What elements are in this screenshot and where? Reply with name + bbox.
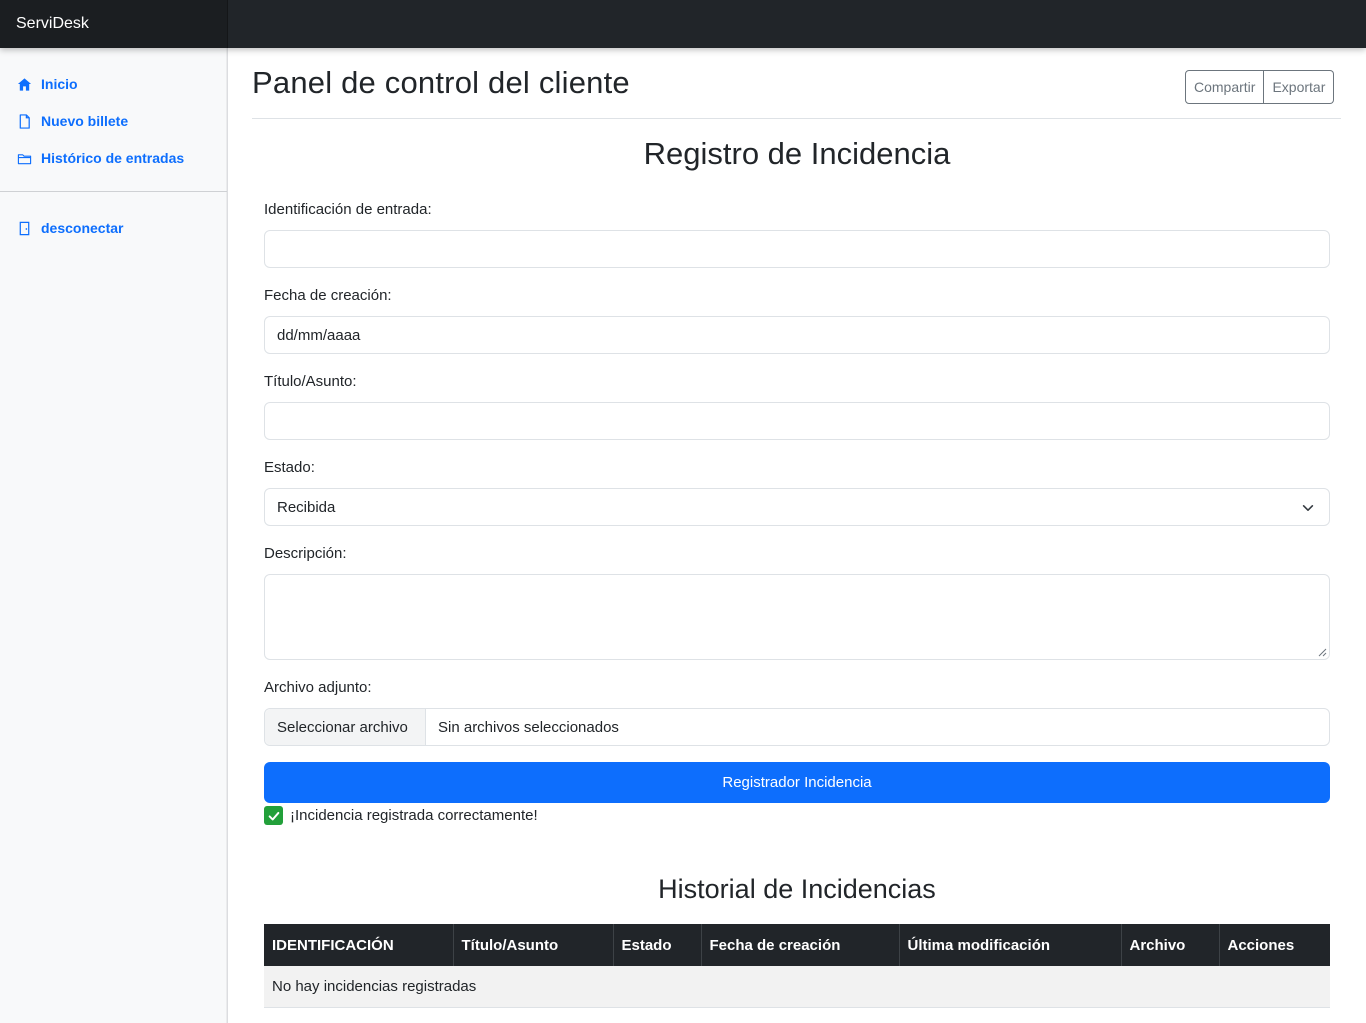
table-header-row: IDENTIFICACIÓN Título/Asunto Estado Fech… xyxy=(264,924,1330,966)
submit-incident-button[interactable]: Registrador Incidencia xyxy=(264,762,1330,803)
chevron-down-icon xyxy=(1302,505,1314,511)
sidebar-item-label: Inicio xyxy=(41,76,78,92)
sidebar-item-label: Histórico de entradas xyxy=(41,150,185,166)
door-icon xyxy=(16,220,32,236)
choose-file-button[interactable]: Seleccionar archivo xyxy=(265,709,426,745)
title-divider xyxy=(252,118,1341,119)
top-navbar: ServiDesk xyxy=(0,0,1366,48)
success-text: ¡Incidencia registrada correctamente! xyxy=(290,807,538,824)
form-title: Registro de Incidencia xyxy=(643,136,951,171)
id-field[interactable] xyxy=(264,230,1330,268)
history-title: Historial de Incidencias xyxy=(658,874,936,904)
status-select-value: Recibida xyxy=(277,498,336,516)
export-button[interactable]: Exportar xyxy=(1264,70,1335,104)
sidebar-item-desconectar[interactable]: desconectar xyxy=(16,220,123,236)
file-status-text: Sin archivos seleccionados xyxy=(438,718,619,736)
file-icon xyxy=(16,113,32,129)
subject-label: Título/Asunto: xyxy=(264,373,357,390)
header-button-group: Compartir Exportar xyxy=(1185,70,1335,104)
history-table: IDENTIFICACIÓN Título/Asunto Estado Fech… xyxy=(264,924,1330,1008)
subject-field[interactable] xyxy=(264,402,1330,440)
column-header-actions[interactable]: Acciones xyxy=(1218,924,1330,966)
status-select[interactable]: Recibida xyxy=(264,488,1330,526)
resize-grip-icon[interactable] xyxy=(1318,648,1327,657)
column-header-status[interactable]: Estado xyxy=(612,924,701,966)
empty-table-message: No hay incidencias registradas xyxy=(264,966,1330,1008)
page-title: Panel de control del cliente xyxy=(252,65,630,100)
description-label: Descripción: xyxy=(264,545,347,562)
sidebar-item-label: Nuevo billete xyxy=(41,113,129,129)
sidebar-item-historico[interactable]: Histórico de entradas xyxy=(16,150,184,166)
file-input[interactable]: Seleccionar archivo Sin archivos selecci… xyxy=(264,708,1330,746)
sidebar-item-label: desconectar xyxy=(41,220,124,236)
sidebar-item-inicio[interactable]: Inicio xyxy=(16,76,78,92)
success-message: ¡Incidencia registrada correctamente! xyxy=(264,806,538,825)
status-label: Estado: xyxy=(264,459,315,476)
column-header-created[interactable]: Fecha de creación xyxy=(700,924,899,966)
column-header-modified[interactable]: Última modificación xyxy=(898,924,1121,966)
main-content: Panel de control del cliente Compartir E… xyxy=(229,48,1366,1023)
date-label: Fecha de creación: xyxy=(264,287,392,304)
folder-icon xyxy=(16,150,32,166)
column-header-subject[interactable]: Título/Asunto xyxy=(452,924,613,966)
sidebar-item-nuevo-billete[interactable]: Nuevo billete xyxy=(16,113,128,129)
share-button[interactable]: Compartir xyxy=(1185,70,1265,104)
date-field[interactable]: dd/mm/aaaa xyxy=(264,316,1330,354)
table-row: No hay incidencias registradas xyxy=(264,966,1330,1008)
description-textarea[interactable] xyxy=(264,574,1330,660)
sidebar-divider xyxy=(0,191,227,192)
home-icon xyxy=(16,76,32,92)
sidebar: Inicio Nuevo billete Histórico de entrad… xyxy=(0,48,228,1023)
brand-logo[interactable]: ServiDesk xyxy=(0,0,228,48)
column-header-file[interactable]: Archivo xyxy=(1120,924,1219,966)
id-label: Identificación de entrada: xyxy=(264,201,432,218)
check-mark-icon xyxy=(264,806,283,825)
attachment-label: Archivo adjunto: xyxy=(264,679,372,696)
column-header-id[interactable]: IDENTIFICACIÓN xyxy=(264,924,453,966)
